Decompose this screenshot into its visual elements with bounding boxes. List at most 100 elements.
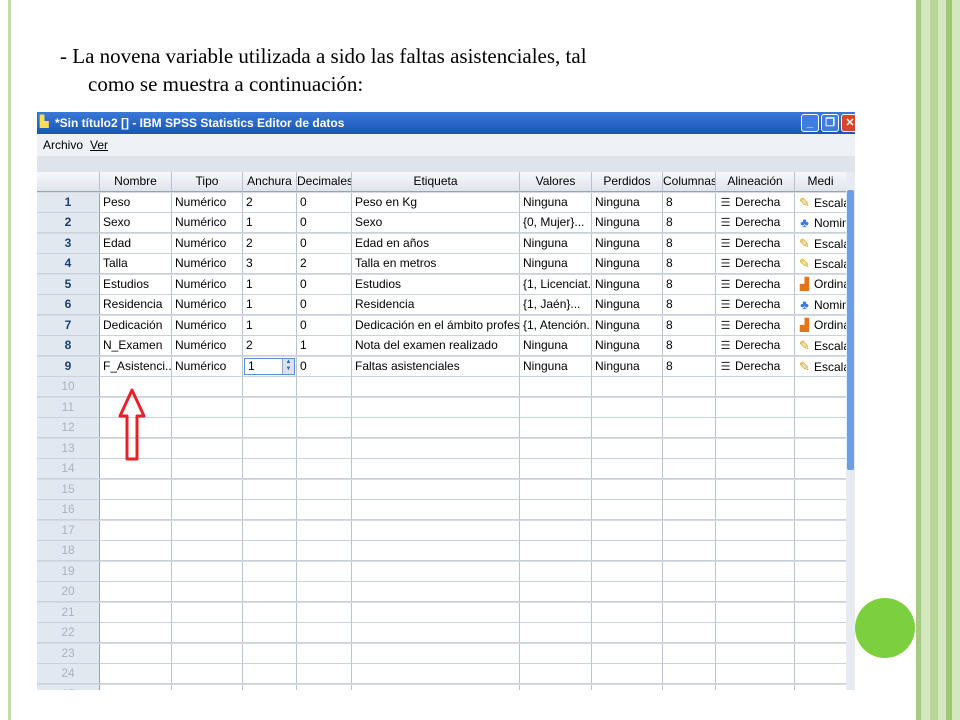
nombre-cell[interactable]: Estudios (100, 274, 172, 295)
empty-cell[interactable] (100, 561, 172, 582)
empty-cell[interactable] (663, 479, 716, 500)
empty-cell[interactable] (663, 582, 716, 602)
tipo-cell[interactable]: Numérico (172, 295, 243, 315)
alineacion-cell[interactable]: ☰ Derecha (716, 356, 795, 377)
valores-cell[interactable]: Ninguna (520, 192, 592, 213)
perdidos-cell[interactable]: Ninguna (592, 295, 663, 315)
empty-cell[interactable] (592, 623, 663, 643)
nombre-cell[interactable]: F_Asistenci... (100, 356, 172, 377)
empty-cell[interactable] (297, 520, 352, 541)
empty-cell[interactable] (663, 459, 716, 479)
empty-cell[interactable] (243, 643, 297, 664)
alineacion-cell[interactable]: ☰ Derecha (716, 213, 795, 233)
perdidos-cell[interactable]: Ninguna (592, 213, 663, 233)
empty-cell[interactable] (172, 418, 243, 438)
etiqueta-cell[interactable]: Residencia (352, 295, 520, 315)
nombre-cell[interactable]: Residencia (100, 295, 172, 315)
empty-cell[interactable] (520, 664, 592, 684)
empty-cell[interactable] (520, 541, 592, 561)
empty-cell[interactable] (716, 643, 795, 664)
row-number[interactable]: 5 (37, 274, 100, 295)
empty-cell[interactable] (795, 643, 847, 664)
empty-cell[interactable] (795, 479, 847, 500)
column-header-2[interactable]: Tipo (172, 172, 243, 192)
empty-cell[interactable] (243, 664, 297, 684)
empty-cell[interactable] (243, 479, 297, 500)
empty-cell[interactable] (243, 684, 297, 690)
empty-cell[interactable] (795, 664, 847, 684)
empty-cell[interactable] (352, 623, 520, 643)
empty-cell[interactable] (520, 520, 592, 541)
empty-cell[interactable] (520, 582, 592, 602)
row-number[interactable]: 23 (37, 643, 100, 664)
perdidos-cell[interactable]: Ninguna (592, 192, 663, 213)
alineacion-cell[interactable]: ☰ Derecha (716, 192, 795, 213)
empty-cell[interactable] (172, 438, 243, 459)
empty-cell[interactable] (297, 602, 352, 623)
empty-cell[interactable] (172, 541, 243, 561)
empty-cell[interactable] (795, 438, 847, 459)
empty-cell[interactable] (172, 459, 243, 479)
empty-cell[interactable] (795, 582, 847, 602)
empty-cell[interactable] (520, 459, 592, 479)
anchura-cell[interactable]: 3 (243, 254, 297, 274)
perdidos-cell[interactable]: Ninguna (592, 356, 663, 377)
perdidos-cell[interactable]: Ninguna (592, 233, 663, 254)
empty-cell[interactable] (795, 520, 847, 541)
empty-cell[interactable] (352, 582, 520, 602)
empty-cell[interactable] (352, 664, 520, 684)
empty-cell[interactable] (592, 418, 663, 438)
empty-cell[interactable] (716, 664, 795, 684)
anchura-spinner[interactable]: 1 ▲ ▼ (244, 357, 295, 375)
row-number[interactable]: 19 (37, 561, 100, 582)
empty-cell[interactable] (795, 684, 847, 690)
empty-cell[interactable] (520, 438, 592, 459)
row-number[interactable]: 4 (37, 254, 100, 274)
perdidos-cell[interactable]: Ninguna (592, 254, 663, 274)
perdidos-cell[interactable]: Ninguna (592, 274, 663, 295)
row-number[interactable]: 24 (37, 664, 100, 684)
empty-cell[interactable] (716, 623, 795, 643)
empty-cell[interactable] (592, 377, 663, 397)
empty-cell[interactable] (520, 684, 592, 690)
empty-cell[interactable] (172, 602, 243, 623)
empty-cell[interactable] (243, 602, 297, 623)
row-number[interactable]: 10 (37, 377, 100, 397)
etiqueta-cell[interactable]: Peso en Kg (352, 192, 520, 213)
row-number[interactable]: 13 (37, 438, 100, 459)
column-header-9[interactable]: Alineación (716, 172, 795, 192)
etiqueta-cell[interactable]: Estudios (352, 274, 520, 295)
nombre-cell[interactable]: Talla (100, 254, 172, 274)
medida-cell[interactable]: ✎ Escala (795, 356, 847, 377)
empty-cell[interactable] (716, 397, 795, 418)
nombre-cell[interactable]: Sexo (100, 213, 172, 233)
empty-cell[interactable] (663, 643, 716, 664)
perdidos-cell[interactable]: Ninguna (592, 336, 663, 356)
empty-cell[interactable] (100, 643, 172, 664)
alineacion-cell[interactable]: ☰ Derecha (716, 336, 795, 356)
columnas-cell[interactable]: 8 (663, 356, 716, 377)
empty-cell[interactable] (243, 418, 297, 438)
empty-cell[interactable] (352, 684, 520, 690)
empty-cell[interactable] (716, 459, 795, 479)
valores-cell[interactable]: Ninguna (520, 233, 592, 254)
medida-cell[interactable]: ▟ Ordinal (795, 274, 847, 295)
anchura-cell[interactable]: 2 (243, 192, 297, 213)
empty-cell[interactable] (172, 684, 243, 690)
spinner-arrows-icon[interactable]: ▲ ▼ (282, 358, 294, 374)
empty-cell[interactable] (716, 561, 795, 582)
empty-cell[interactable] (795, 541, 847, 561)
row-number[interactable]: 14 (37, 459, 100, 479)
empty-cell[interactable] (663, 561, 716, 582)
row-number[interactable]: 9 (37, 356, 100, 377)
medida-cell[interactable]: ✎ Escala (795, 254, 847, 274)
maximize-button[interactable]: ❐ (821, 114, 839, 132)
decimales-cell[interactable]: 0 (297, 233, 352, 254)
valores-cell[interactable]: {1, Licenciat... (520, 274, 592, 295)
vertical-scrollbar[interactable] (846, 172, 855, 690)
columnas-cell[interactable]: 8 (663, 213, 716, 233)
empty-cell[interactable] (716, 582, 795, 602)
valores-cell[interactable]: {1, Jaén}... (520, 295, 592, 315)
empty-cell[interactable] (297, 623, 352, 643)
nombre-cell[interactable]: N_Examen (100, 336, 172, 356)
